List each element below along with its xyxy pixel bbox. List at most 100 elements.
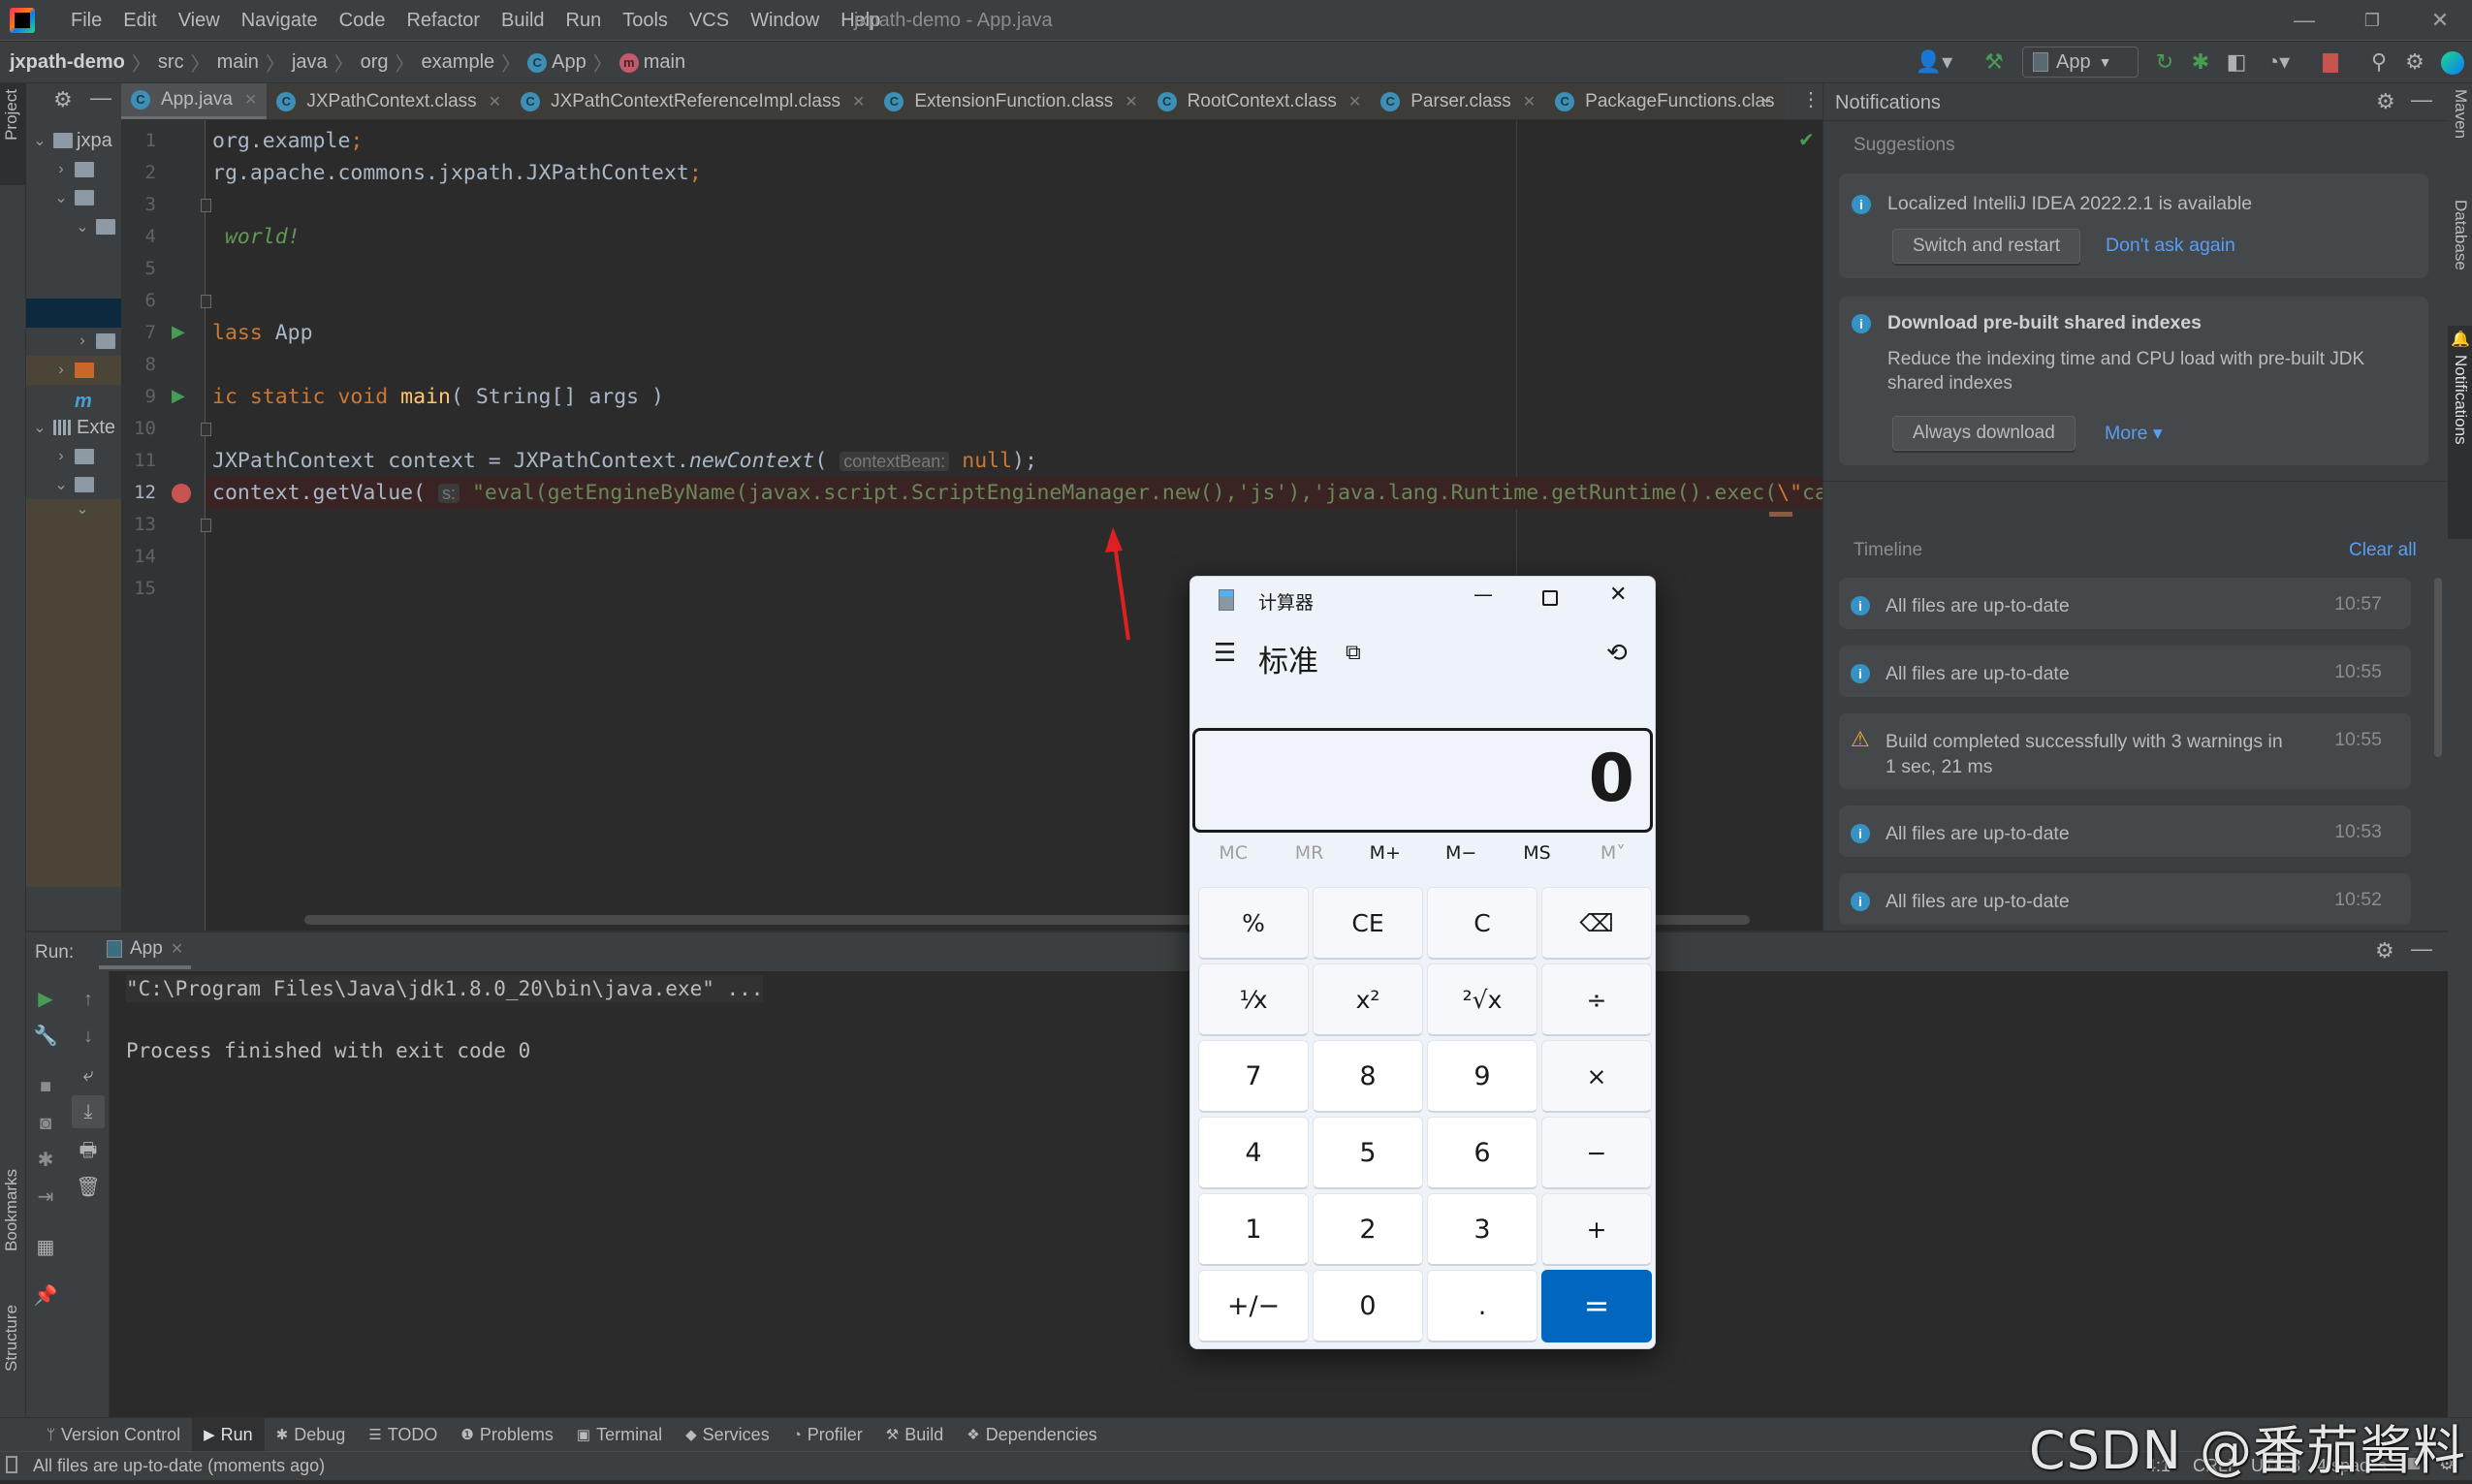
key-7[interactable]: 7 (1198, 1040, 1309, 1113)
breadcrumb-project[interactable]: jxpath-demo (10, 51, 125, 74)
tree-item[interactable]: › (26, 155, 121, 184)
chevron-icon[interactable]: ⌄ (73, 217, 92, 237)
tool-window-build[interactable]: ⚒ Build (874, 1418, 955, 1452)
close-tab-icon[interactable]: ✕ (1348, 92, 1361, 111)
tab-rootcontext-class[interactable]: C RootContext.class ✕ (1147, 83, 1372, 119)
breadcrumb-example[interactable]: example (422, 51, 495, 74)
project-settings-gear-icon[interactable]: ⚙ (53, 87, 73, 112)
status-message[interactable]: All files are up-to-date (moments ago) (33, 1456, 325, 1476)
tool-window-debug[interactable]: ✱ Debug (265, 1418, 358, 1452)
notifications-tool-tab[interactable]: 🔔 Notifications (2448, 326, 2472, 539)
hamburger-menu-icon[interactable]: ☰ (1214, 639, 1236, 668)
run-configuration-dropdown[interactable]: App ▼ (2022, 47, 2139, 78)
jetbrains-toolbox-icon[interactable] (2441, 51, 2464, 75)
breadcrumb-src[interactable]: src (158, 51, 184, 74)
tree-item[interactable] (26, 269, 121, 299)
timeline-item[interactable]: i All files are up-to-date 10:53 (1839, 805, 2411, 857)
key-backspace[interactable]: ⌫ (1541, 887, 1652, 960)
tab-parser-class[interactable]: C Parser.class ✕ (1371, 83, 1546, 119)
menu-vcs[interactable]: VCS (679, 10, 740, 32)
project-tool-tab[interactable]: Project (0, 83, 26, 185)
key-9[interactable]: 9 (1427, 1040, 1537, 1113)
menu-edit[interactable]: Edit (112, 10, 167, 32)
tree-item[interactable]: › (26, 327, 121, 356)
fold-marker-icon[interactable] (201, 423, 211, 436)
close-tab-icon[interactable]: ✕ (171, 939, 183, 959)
code-line[interactable]: context.getValue( s: "eval(getEngineByNa… (212, 477, 1822, 509)
tree-item[interactable]: m (26, 384, 121, 413)
chevron-icon[interactable]: › (51, 362, 71, 379)
tree-item[interactable]: › (26, 442, 121, 471)
up-arrow-icon[interactable]: ↑ (69, 983, 108, 1016)
menu-navigate[interactable]: Navigate (231, 10, 329, 32)
memory-mr-button[interactable]: MR (1271, 842, 1347, 864)
restore-window-button[interactable]: ❐ (2353, 6, 2392, 35)
chevron-icon[interactable]: › (73, 332, 92, 350)
wrench-icon[interactable]: 🔧 (26, 1020, 65, 1053)
code-line[interactable]: ic static void main( String[] args ) (212, 381, 664, 413)
tree-item[interactable]: › (26, 355, 121, 385)
tab-app-java[interactable]: C App.java ✕ (121, 83, 268, 119)
keep-on-top-icon[interactable]: ⧉ (1346, 641, 1361, 665)
tool-window-run[interactable]: ▶ Run (192, 1417, 265, 1452)
tool-window-version-control[interactable]: ᛘ Version Control (35, 1418, 192, 1452)
tree-item[interactable] (26, 240, 121, 269)
more-options-icon[interactable]: ⋮ (1801, 87, 1821, 111)
code-line[interactable]: JXPathContext context = JXPathContext.ne… (212, 445, 1037, 477)
console-exit-line[interactable]: Process finished with exit code 0 (126, 1039, 530, 1062)
calc-maximize-button[interactable] (1542, 590, 1558, 606)
tree-item[interactable]: ⌄ jxpa (26, 126, 121, 155)
key-clear[interactable]: C (1427, 887, 1537, 960)
login-icon[interactable]: ⇥ (26, 1181, 65, 1214)
settings-gear-icon[interactable]: ⚙ (2398, 46, 2431, 79)
menu-refactor[interactable]: Refactor (396, 10, 491, 32)
timeline-item[interactable]: i All files are up-to-date 10:52 (1839, 873, 2411, 925)
notifications-settings-gear-icon[interactable]: ⚙ (2376, 89, 2395, 114)
breakpoint-icon[interactable] (172, 484, 191, 503)
close-tab-icon[interactable]: ✕ (244, 90, 257, 110)
print-icon[interactable]: 🖶 (69, 1134, 108, 1167)
tree-item[interactable]: ⌄ Exte (26, 413, 121, 442)
chevron-icon[interactable]: › (51, 448, 71, 465)
calc-minimize-button[interactable]: — (1474, 583, 1493, 606)
chevron-icon[interactable]: ⌄ (51, 475, 71, 494)
tab-jxpathcontextreferenceimpl-class[interactable]: C JXPathContextReferenceImpl.class ✕ (511, 83, 875, 119)
tool-window-dependencies[interactable]: ❖ Dependencies (955, 1418, 1109, 1452)
timeline-message[interactable]: Build completed successfully with 3 warn… (1886, 729, 2293, 779)
chevron-icon[interactable]: ⌄ (51, 188, 71, 207)
tool-window-terminal[interactable]: ▣ Terminal (565, 1418, 674, 1452)
debug-settings-icon[interactable]: ✱ (26, 1144, 65, 1177)
rerun-icon[interactable]: ↻ (2148, 46, 2181, 79)
notifications-scrollbar[interactable] (2434, 578, 2442, 757)
key-subtract[interactable]: − (1541, 1117, 1652, 1189)
key-4[interactable]: 4 (1198, 1117, 1309, 1189)
editor-gutter[interactable]: 1 2 3 4 5 6 7 8 9 10 11 12 13 14 15 ▶ ▶ (121, 120, 211, 931)
key-square[interactable]: x² (1313, 963, 1423, 1036)
switch-and-restart-button[interactable]: Switch and restart (1892, 229, 2081, 264)
timeline-item[interactable]: i All files are up-to-date 10:55 (1839, 646, 2411, 697)
breadcrumb-main[interactable]: main (217, 51, 259, 74)
stop-icon[interactable] (2323, 53, 2338, 73)
tool-windows-icon[interactable] (6, 1456, 17, 1473)
key-3[interactable]: 3 (1427, 1193, 1537, 1266)
code-line[interactable]: lass App (212, 317, 313, 349)
key-reciprocal[interactable]: ¹⁄x (1198, 963, 1309, 1036)
breadcrumb-java[interactable]: java (292, 51, 328, 74)
tool-window-problems[interactable]: ❶ Problems (449, 1418, 564, 1452)
menu-window[interactable]: Window (740, 10, 830, 32)
tab-jxpathcontext-class[interactable]: C JXPathContext.class ✕ (267, 83, 512, 119)
key-8[interactable]: 8 (1313, 1040, 1423, 1113)
structure-tool-label[interactable]: Structure (2, 1305, 21, 1372)
minimize-window-button[interactable]: — (2285, 6, 2324, 35)
tab-extensionfunction-class[interactable]: C ExtensionFunction.class ✕ (874, 83, 1148, 119)
breadcrumb-class[interactable]: App (552, 51, 586, 74)
coverage-icon[interactable]: ◧ (2220, 46, 2253, 79)
key-decimal[interactable]: . (1427, 1270, 1537, 1342)
chevron-icon[interactable]: ⌄ (73, 499, 92, 519)
chevron-icon[interactable]: ⌄ (30, 131, 49, 150)
close-tab-icon[interactable]: ✕ (852, 92, 865, 111)
memory-m-button[interactable]: M˅ (1575, 842, 1651, 864)
build-hammer-icon[interactable]: ⚒ (1978, 46, 2011, 79)
close-tab-icon[interactable]: ✕ (1523, 92, 1536, 111)
tool-window-services[interactable]: ◆ Services (674, 1418, 781, 1452)
